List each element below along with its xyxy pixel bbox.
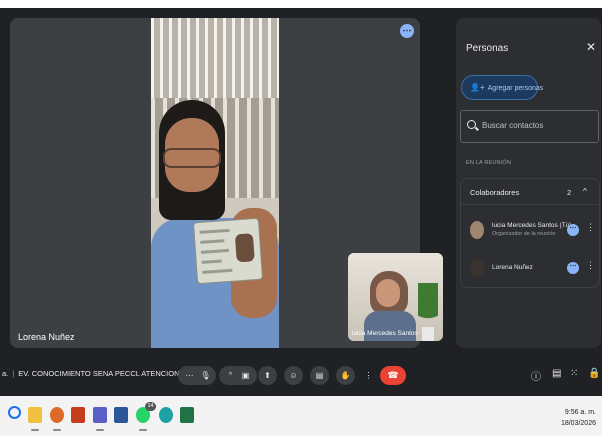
id-card [192,217,264,285]
group-title: Colaboradores [470,188,520,197]
meet-window: Lorena Nuñez ⋯ lucia Mercedes Santos Per… [0,8,602,396]
teams-icon[interactable] [93,407,107,423]
self-name-label: lucia Mercedes Santos [352,330,418,337]
panel-title: Personas [466,43,509,54]
firefox-icon[interactable] [50,407,64,423]
kebab-menu-icon[interactable]: ⋮ [586,260,595,271]
participant-name: lucia Mercedes Santos (Tú) [492,222,572,229]
clock-date[interactable]: 18/03/2026 [556,420,596,427]
powerpoint-icon[interactable] [71,407,85,423]
participant-row[interactable]: lucia Mercedes Santos (Tú) Organizador d… [461,215,601,245]
participant-name: Lorena Nuñez [492,264,533,271]
present-icon[interactable]: ⬆ [258,366,277,385]
control-bar: a. | EV. CONOCIMIENTO SENA PECCL ATENCION.… [0,355,602,396]
search-icon [467,120,476,129]
word-icon[interactable] [114,407,128,423]
active-indicator [139,429,147,431]
activities-icon[interactable]: ⁙ [570,368,578,379]
search-input[interactable]: Buscar contactos [460,110,599,143]
more-options-icon[interactable]: ⋯ [567,262,579,274]
emoji-icon[interactable]: ☺ [284,366,303,385]
collaborators-header[interactable]: Colaboradores 2 ^ [461,179,601,205]
camera-icon[interactable]: ▣ [236,366,255,385]
excel-icon[interactable] [180,407,194,423]
participant-role: Organizador de la reunión [492,231,556,237]
chevron-up-icon[interactable]: ^ [583,187,587,196]
people-panel: Personas ✕ 👤+ Agregar personas Buscar con… [456,18,601,348]
avatar [470,259,484,277]
more-options-icon[interactable]: ⋯ [567,224,579,236]
group-count: 2 [567,188,572,197]
participant-row[interactable]: Lorena Nuñez ⋯ ⋮ [461,253,601,283]
meeting-name: EV. CONOCIMIENTO SENA PECCL ATENCION... [18,369,186,378]
edge-icon[interactable] [159,407,173,423]
file-explorer-icon[interactable] [28,407,42,423]
raise-hand-icon[interactable]: ✋ [336,366,355,385]
add-person-icon: 👤+ [470,83,485,92]
leave-call-icon[interactable]: ☎ [380,366,406,385]
search-icon[interactable] [8,406,21,419]
lock-icon[interactable]: 🔒 [588,368,600,379]
info-icon[interactable]: ⓘ [531,368,541,383]
active-indicator [31,429,39,431]
chat-icon[interactable]: ▤ [552,368,561,379]
section-label: EN LA REUNIÓN [466,160,512,166]
collaborators-group: Colaboradores 2 ^ lucia Mercedes Santos … [460,178,601,288]
search-placeholder: Buscar contactos [482,121,544,130]
add-people-button[interactable]: 👤+ Agregar personas [461,75,543,100]
participant-name-label: Lorena Nuñez [18,332,75,342]
microphone-icon[interactable]: 🎙 [196,366,215,385]
add-people-label: Agregar personas [487,85,544,92]
active-indicator [53,429,61,431]
more-options-icon[interactable]: ⋯ [400,24,414,38]
meeting-prefix: a. [2,369,9,378]
active-indicator [96,429,104,431]
self-view-tile[interactable]: lucia Mercedes Santos [348,253,443,341]
captions-icon[interactable]: ▤ [310,366,329,385]
kebab-menu-icon[interactable]: ⋮ [586,222,595,233]
participant-video [151,18,279,348]
whatsapp-badge: 14 [145,402,156,411]
clock-time[interactable]: 9:56 a. m. [560,409,596,416]
avatar [470,221,484,239]
taskbar: 14 9:56 a. m. 18/03/2026 [0,396,602,436]
close-icon[interactable]: ✕ [586,40,596,54]
more-options-icon[interactable]: ⋮ [359,366,378,385]
meeting-title: a. | EV. CONOCIMIENTO SENA PECCL ATENCION.… [2,369,186,378]
